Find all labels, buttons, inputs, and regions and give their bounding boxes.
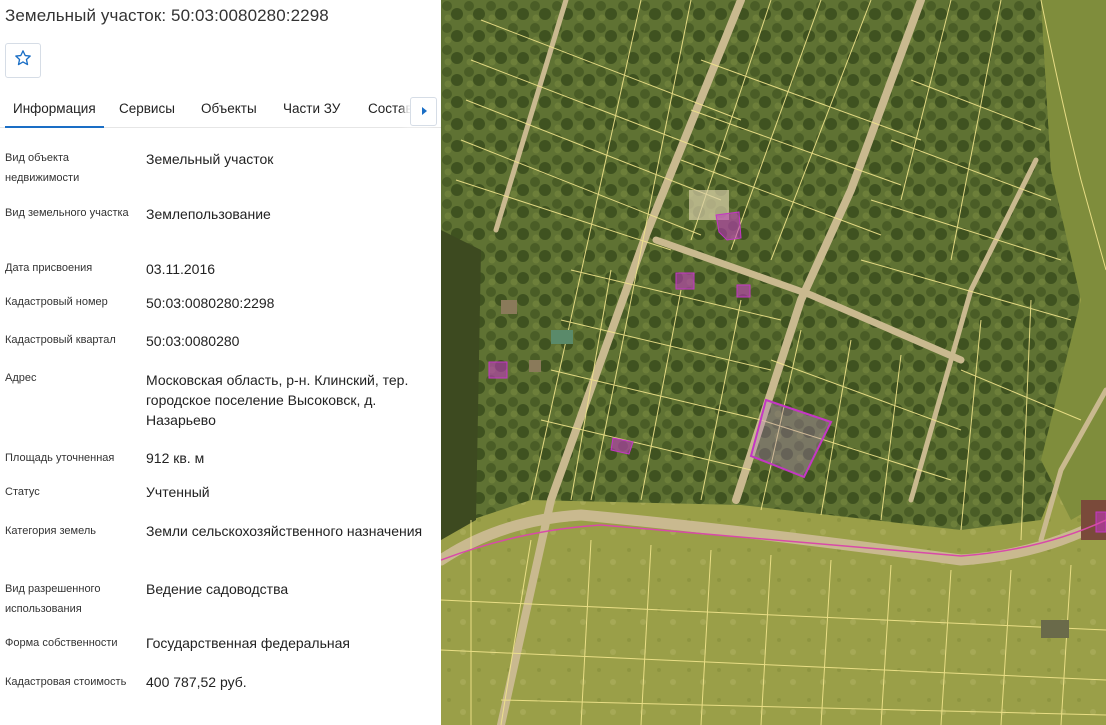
page-title: Земельный участок: 50:03:0080280:2298 [5,6,329,25]
info-label: Форма собственности [5,637,118,649]
info-value: Земли сельскохозяйственного назначения [146,523,423,539]
info-panel: Земельный участок: 50:03:0080280:2298 Ин… [0,0,441,725]
info-value: Земельный участок [146,151,274,167]
info-value: Ведение садоводства [146,581,289,597]
tab-objects[interactable]: Объекты [201,90,257,128]
satellite-map[interactable] [441,0,1106,725]
info-value: 50:03:0080280 [146,333,240,349]
info-value: 50:03:0080280:2298 [146,295,275,311]
tab-bar: Информация Сервисы Объекты Части ЗУ Сост… [0,90,441,128]
star-icon [14,49,32,72]
info-label: Вид объекта недвижимости [5,152,80,184]
tab-parcel-parts[interactable]: Части ЗУ [283,90,340,128]
info-label: Статус [5,486,40,498]
tab-information[interactable]: Информация [5,90,104,128]
info-label: Кадастровая стоимость [5,676,127,688]
info-value: 03.11.2016 [146,261,216,277]
info-value: Государственная федеральная [146,635,350,651]
info-label: Кадастровый номер [5,296,108,308]
chevron-right-icon [420,103,428,121]
info-label: Площадь уточненная [5,452,115,464]
info-value: Землепользование [146,206,271,222]
info-value: 400 787,52 руб. [146,674,247,690]
info-label: Вид разрешенного использования [5,583,101,615]
info-label: Категория земель [5,525,96,537]
tab-services[interactable]: Сервисы [119,90,175,128]
tab-composition[interactable]: Состав [368,90,413,128]
map-dark-strip [441,230,481,540]
info-label: Кадастровый квартал [5,334,116,346]
favorite-button[interactable] [5,43,41,78]
info-label: Дата присвоения [5,262,93,274]
info-value: Московская область, р-н. Клинский, тер. … [146,372,409,428]
tabs-scroll-right-button[interactable] [410,97,437,126]
info-value: Учтенный [146,484,210,500]
info-label: Адрес [5,372,37,384]
info-value: 912 кв. м [146,450,205,466]
info-label: Вид земельного участка [5,207,129,219]
